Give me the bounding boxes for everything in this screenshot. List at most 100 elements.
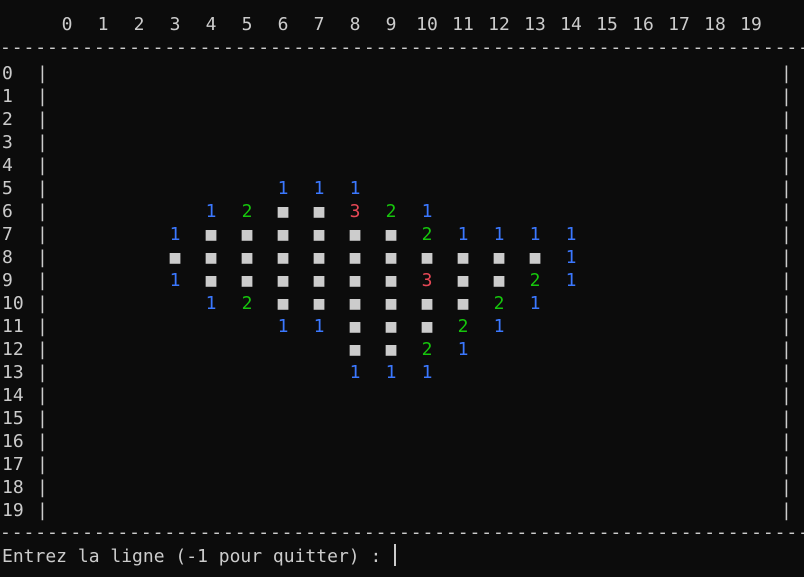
revealed-empty-cell: ■	[421, 293, 433, 314]
row-number: 2	[2, 109, 13, 130]
column-number: 13	[524, 14, 546, 35]
bottom-separator: ----------------------------------------…	[0, 522, 804, 543]
number-cell: 1	[457, 224, 469, 245]
revealed-empty-cell: ■	[349, 247, 361, 268]
revealed-empty-cell: ■	[457, 247, 469, 268]
column-number: 5	[241, 14, 253, 35]
board-border-left: |	[37, 155, 48, 176]
revealed-empty-cell: ■	[205, 224, 217, 245]
row-number: 8	[2, 247, 13, 268]
number-cell: 1	[457, 339, 469, 360]
number-cell: 2	[457, 316, 469, 337]
row-number: 4	[2, 155, 13, 176]
column-number: 4	[205, 14, 217, 35]
revealed-empty-cell: ■	[205, 247, 217, 268]
column-number: 9	[385, 14, 397, 35]
number-cell: 1	[313, 316, 325, 337]
row-number: 5	[2, 178, 13, 199]
number-cell: 2	[493, 293, 505, 314]
number-cell: 1	[565, 247, 577, 268]
row-number: 14	[2, 385, 24, 406]
board-border-right: |	[781, 224, 792, 245]
column-number: 1	[97, 14, 109, 35]
number-cell: 2	[421, 224, 433, 245]
board-border-right: |	[781, 500, 792, 521]
column-number: 8	[349, 14, 361, 35]
revealed-empty-cell: ■	[277, 224, 289, 245]
board-border-right: |	[781, 86, 792, 107]
revealed-empty-cell: ■	[313, 224, 325, 245]
number-cell: 1	[169, 270, 181, 291]
column-number: 18	[704, 14, 726, 35]
revealed-empty-cell: ■	[277, 293, 289, 314]
revealed-empty-cell: ■	[421, 316, 433, 337]
column-number: 16	[632, 14, 654, 35]
number-cell: 1	[421, 201, 433, 222]
number-cell: 2	[385, 201, 397, 222]
board-border-left: |	[37, 86, 48, 107]
board-border-right: |	[781, 63, 792, 84]
revealed-empty-cell: ■	[349, 339, 361, 360]
revealed-empty-cell: ■	[385, 224, 397, 245]
revealed-empty-cell: ■	[313, 247, 325, 268]
column-number: 10	[416, 14, 438, 35]
board-border-left: |	[37, 500, 48, 521]
row-number: 7	[2, 224, 13, 245]
board-border-left: |	[37, 201, 48, 222]
revealed-empty-cell: ■	[241, 224, 253, 245]
board-border-right: |	[781, 155, 792, 176]
input-prompt[interactable]: Entrez la ligne (-1 pour quitter) :	[2, 544, 397, 568]
revealed-empty-cell: ■	[493, 270, 505, 291]
column-number: 15	[596, 14, 618, 35]
row-number: 18	[2, 477, 24, 498]
row-number: 19	[2, 500, 24, 521]
column-number: 19	[740, 14, 762, 35]
row-number: 3	[2, 132, 13, 153]
row-number: 0	[2, 63, 13, 84]
number-cell: 1	[529, 224, 541, 245]
revealed-empty-cell: ■	[385, 247, 397, 268]
board-border-left: |	[37, 316, 48, 337]
revealed-empty-cell: ■	[277, 270, 289, 291]
number-cell: 1	[529, 293, 541, 314]
board-border-left: |	[37, 454, 48, 475]
board-border-left: |	[37, 270, 48, 291]
text-cursor	[394, 544, 397, 566]
revealed-empty-cell: ■	[313, 201, 325, 222]
board-border-right: |	[781, 362, 792, 383]
revealed-empty-cell: ■	[493, 247, 505, 268]
number-cell: 1	[277, 178, 289, 199]
board-border-right: |	[781, 408, 792, 429]
revealed-empty-cell: ■	[241, 247, 253, 268]
top-separator: ----------------------------------------…	[0, 37, 804, 58]
number-cell: 2	[241, 293, 253, 314]
revealed-empty-cell: ■	[169, 247, 181, 268]
revealed-empty-cell: ■	[277, 201, 289, 222]
board-border-right: |	[781, 385, 792, 406]
revealed-empty-cell: ■	[385, 316, 397, 337]
number-cell: 2	[421, 339, 433, 360]
board-border-left: |	[37, 362, 48, 383]
column-number: 7	[313, 14, 325, 35]
row-number: 9	[2, 270, 13, 291]
revealed-empty-cell: ■	[349, 293, 361, 314]
number-cell: 3	[349, 201, 361, 222]
row-number: 10	[2, 293, 24, 314]
revealed-empty-cell: ■	[277, 247, 289, 268]
number-cell: 2	[241, 201, 253, 222]
number-cell: 1	[205, 293, 217, 314]
board-border-left: |	[37, 63, 48, 84]
board-border-left: |	[37, 224, 48, 245]
column-number: 12	[488, 14, 510, 35]
column-number: 11	[452, 14, 474, 35]
row-number: 17	[2, 454, 24, 475]
number-cell: 1	[385, 362, 397, 383]
board-border-right: |	[781, 454, 792, 475]
board-border-left: |	[37, 408, 48, 429]
column-number: 0	[61, 14, 73, 35]
number-cell: 1	[349, 178, 361, 199]
board-border-left: |	[37, 132, 48, 153]
number-cell: 2	[529, 270, 541, 291]
board-border-right: |	[781, 293, 792, 314]
revealed-empty-cell: ■	[457, 270, 469, 291]
